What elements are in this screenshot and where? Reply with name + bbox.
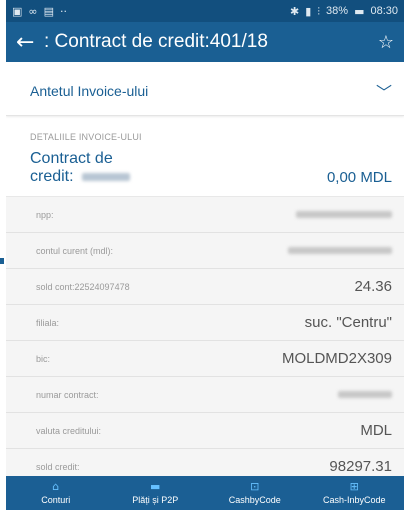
home-icon: ⌂ <box>52 480 60 493</box>
cash-code-icon: ⊡ <box>250 480 260 493</box>
detail-key: valuta creditului: <box>36 425 102 436</box>
redacted-value <box>338 391 392 398</box>
redacted-contract-id <box>82 172 131 181</box>
wallet-icon: ▬ <box>150 480 161 493</box>
battery-icon: ▬ <box>354 4 365 18</box>
invoice-header-section[interactable]: Antetul Invoice-ului ﹀ <box>6 66 404 116</box>
nav-conturi[interactable]: ⌂ Conturi <box>6 476 106 510</box>
detail-key: bic: <box>36 353 51 364</box>
status-time: 08:30 <box>370 5 398 17</box>
invoice-content[interactable]: Antetul Invoice-ului ﹀ DETALIILE INVOICE… <box>6 62 404 476</box>
nav-label: Cash-InbyCode <box>322 495 386 505</box>
details-caption: DETALIILE INVOICE-ULUI <box>30 132 142 142</box>
detail-row-credit-balance: sold credit: 98297.31 <box>6 449 404 476</box>
detail-key: sold credit: <box>36 461 80 472</box>
edge-marker <box>0 258 4 264</box>
contract-summary: Contract de credit: 0,00 MDL <box>6 148 404 197</box>
contract-name-line2-wrap: credit: <box>30 168 327 186</box>
detail-value: suc. "Centru" <box>304 314 392 331</box>
status-left-icons: ▣ ∞ ▤ ·· <box>12 6 67 17</box>
nav-label: Conturi <box>41 495 71 505</box>
detail-key: contul curent (mdl): <box>36 245 114 256</box>
app-screen: ▣ ∞ ▤ ·· ✱ ▮ ⫶ 38% ▬ 08:30 ← : Contract … <box>6 0 404 510</box>
vibrate-icon: ▮ <box>305 4 312 18</box>
detail-key: npp: <box>36 209 54 220</box>
contract-name-line1: Contract de <box>30 150 113 167</box>
chevron-down-icon[interactable]: ﹀ <box>376 79 392 103</box>
status-bar: ▣ ∞ ▤ ·· ✱ ▮ ⫶ 38% ▬ 08:30 <box>6 0 404 22</box>
detail-row-bic: bic: MOLDMD2X309 <box>6 341 404 377</box>
detail-row-npp: npp: <box>6 197 404 233</box>
detail-row-contract-number: numar contract: <box>6 377 404 413</box>
detail-key: sold cont:22524097478 <box>36 281 130 292</box>
signal-icon: ⫶ <box>317 4 321 18</box>
star-outline-icon[interactable]: ☆ <box>378 32 394 53</box>
detail-value: 98297.31 <box>329 458 392 475</box>
arrow-left-icon[interactable]: ← <box>16 30 44 55</box>
nav-label: Plăți și P2P <box>132 495 179 505</box>
battery-percent: 38% <box>326 5 349 17</box>
redacted-value <box>296 211 392 218</box>
detail-row-branch: filiala: suc. "Centru" <box>6 305 404 341</box>
app-bar: ← : Contract de credit:401/18 ☆ <box>6 22 404 62</box>
detail-key: filiala: <box>36 317 60 328</box>
detail-row-account-balance: sold cont:22524097478 24.36 <box>6 269 404 305</box>
redacted-value <box>288 247 392 254</box>
status-right-icons: ✱ ▮ ⫶ 38% ▬ 08:30 <box>290 5 398 17</box>
nav-cash-inbycode[interactable]: ⊞ Cash-InbyCode <box>305 476 405 510</box>
nav-cashbycode[interactable]: ⊡ CashbyCode <box>205 476 305 510</box>
detail-value: MDL <box>360 422 392 439</box>
detail-value: 24.36 <box>354 278 392 295</box>
contract-amount: 0,00 MDL <box>326 169 392 186</box>
detail-value: MOLDMD2X309 <box>281 350 392 367</box>
detail-key: numar contract: <box>36 389 99 400</box>
page-title: : Contract de credit:401/18 <box>44 31 268 52</box>
nav-label: CashbyCode <box>228 495 281 505</box>
details-list: npp: contul curent (mdl): sold cont:2252… <box>6 197 404 476</box>
bluetooth-icon: ✱ <box>290 4 300 18</box>
image-icon: ▣ <box>12 4 23 18</box>
invoice-header-label: Antetul Invoice-ului <box>30 82 149 99</box>
gallery-icon: ▤ <box>43 4 54 18</box>
cash-in-code-icon: ⊞ <box>349 480 359 493</box>
more-icon: ·· <box>59 4 67 18</box>
detail-row-credit-currency: valuta creditului: MDL <box>6 413 404 449</box>
contract-name: Contract de credit: <box>30 150 327 186</box>
nav-payments-p2p[interactable]: ▬ Plăți și P2P <box>106 476 206 510</box>
detail-row-current-account: contul curent (mdl): <box>6 233 404 269</box>
link-icon: ∞ <box>28 4 38 18</box>
bottom-navigation: ⌂ Conturi ▬ Plăți și P2P ⊡ CashbyCode ⊞ … <box>6 476 404 510</box>
contract-name-line2: credit: <box>30 168 74 185</box>
